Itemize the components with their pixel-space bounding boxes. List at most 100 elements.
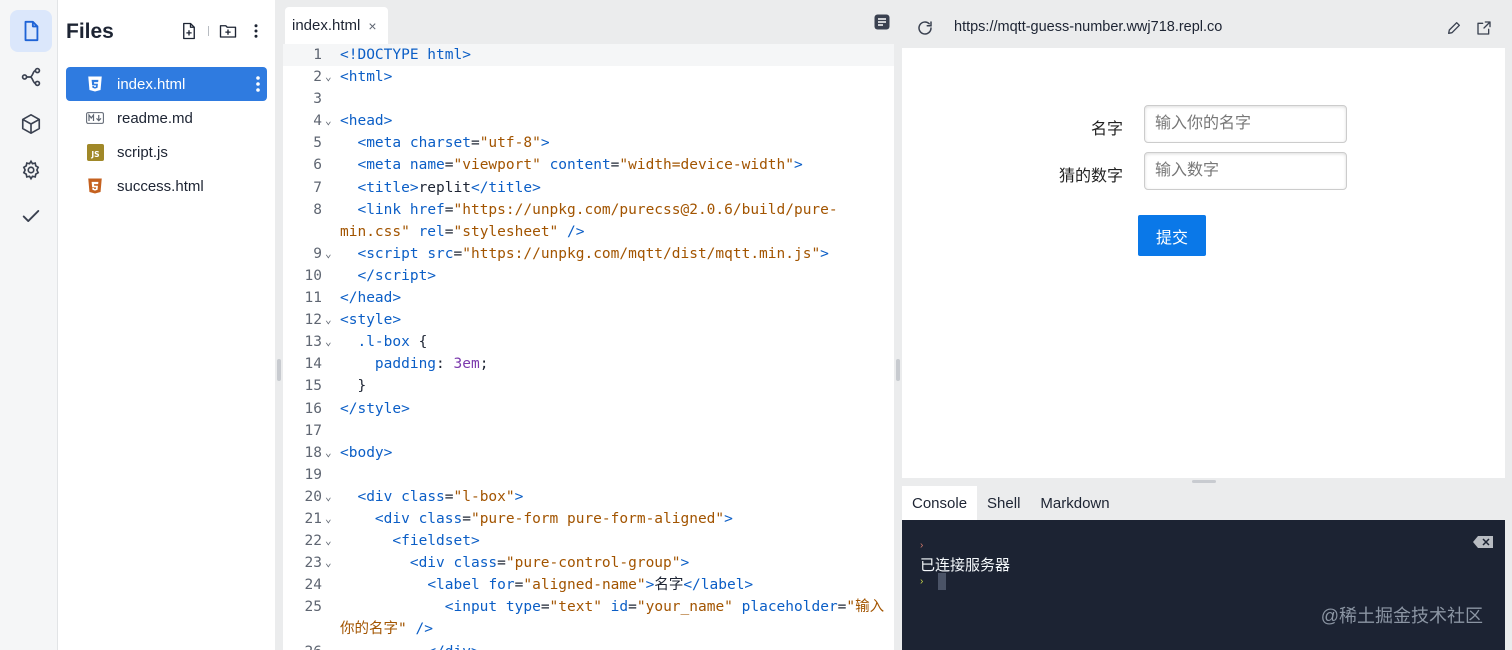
new-folder-icon[interactable] [219,22,237,40]
number-input[interactable]: 输入数字 [1144,152,1347,190]
code-line[interactable]: 21 ⌄ <div class="pure-form pure-form-alig… [283,508,894,530]
watermark: @稀土掘金技术社区 [1320,606,1483,626]
submit-button[interactable]: 提交 [1138,215,1206,256]
line-number: 16 [304,400,322,417]
line-number: 26 [283,641,322,650]
files-activity-button[interactable] [10,10,52,52]
line-code: <input type="text" id="your_name" placeh… [444,599,885,616]
console-cursor [938,573,946,590]
clear-console-icon[interactable] [1473,536,1493,548]
code-line[interactable]: min.css" rel="stylesheet" /> [283,221,894,243]
console-message: 已连接服务器 [920,557,1011,574]
fold-chevron-icon[interactable]: ⌄ [325,530,332,552]
markdown-icon [86,109,104,127]
code-line[interactable]: 7 <title>replit</title> [283,177,894,199]
file-menu-icon[interactable] [255,75,261,93]
code-line[interactable]: 22 ⌄ <fieldset> [283,530,894,552]
code-line[interactable]: 4 ⌄ <head> [283,110,894,132]
line-number: 12 [304,312,322,329]
code-line[interactable]: 26 </div> [283,641,894,650]
new-file-icon[interactable] [180,22,198,40]
code-line[interactable]: 17 [283,420,894,442]
code-line[interactable]: 你的名字" /> [283,618,894,640]
code-line[interactable]: 5 <meta charset="utf-8"> [283,132,894,154]
code-line[interactable]: 19 [283,464,894,486]
fold-chevron-icon[interactable]: ⌄ [325,508,332,530]
line-number: 13 [304,334,322,351]
code-line[interactable]: 3 [283,88,894,110]
fold-chevron-icon[interactable]: ⌄ [325,110,332,132]
code-line[interactable]: 20 ⌄ <div class="l-box"> [283,486,894,508]
version-control-activity-button[interactable] [10,56,52,98]
code-line[interactable]: 23 ⌄ <div class="pure-control-group"> [283,552,894,574]
line-code: <title>replit</title> [357,179,541,196]
number-label: 猜的数字 [1058,168,1123,185]
code-line[interactable]: 10 </script> [283,265,894,287]
fold-chevron-icon[interactable]: ⌄ [325,552,332,574]
editor-menu-icon[interactable] [874,14,890,30]
file-item-script-js[interactable]: JS script.js [66,135,267,169]
code-line[interactable]: 12 ⌄ <style> [283,309,894,331]
tab-markdown[interactable]: Markdown [1030,486,1119,520]
fold-chevron-icon[interactable]: ⌄ [325,442,332,464]
code-line[interactable]: 18 ⌄ <body> [283,442,894,464]
fold-chevron-icon[interactable]: ⌄ [325,243,332,265]
code-content[interactable]: 1 <!DOCTYPE html> 2 ⌄ <html> 3 4 ⌄ <head> 5 <meta… [283,44,894,650]
line-code: </div> [340,641,479,650]
code-line[interactable]: 1 <!DOCTYPE html> [283,44,894,67]
reload-icon[interactable] [916,19,934,37]
close-icon[interactable]: × [368,18,376,34]
line-number: 18 [304,444,322,461]
fold-chevron-icon[interactable]: ⌄ [325,309,332,331]
open-new-tab-icon[interactable] [1476,20,1492,36]
line-number: 10 [304,267,322,284]
console-resize-handle[interactable] [1192,480,1216,483]
javascript-icon: JS [86,143,104,161]
code-line[interactable]: 9 ⌄ <script src="https://unpkg.com/mqtt/d… [283,243,894,265]
pencil-icon[interactable] [1446,20,1462,36]
line-number: 6 [313,157,322,174]
line-code: <meta charset="utf-8"> [357,135,550,152]
packages-activity-button[interactable] [10,103,52,145]
git-branch-icon [21,67,41,87]
editor-resize-handle[interactable] [896,359,900,381]
code-line[interactable]: 14 padding: 3em; [283,353,894,375]
file-item-index-html[interactable]: index.html [66,67,267,101]
code-line[interactable]: 6 <meta name="viewport" content="width=d… [283,154,894,176]
fold-chevron-icon[interactable]: ⌄ [325,66,332,88]
files-panel-title: Files [66,20,114,43]
file-name: index.html [117,75,186,93]
tab-console[interactable]: Console [902,486,978,520]
actions-divider [208,26,209,36]
file-item-readme-md[interactable]: readme.md [66,101,267,135]
code-line[interactable]: 11 </head> [283,287,894,309]
fold-chevron-icon[interactable]: ⌄ [325,486,332,508]
code-line[interactable]: 24 <label for="aligned-name">名字</label> [283,574,894,596]
settings-activity-button[interactable] [10,149,52,191]
line-code: .l-box { [357,334,428,351]
tab-index-html[interactable]: index.html × [285,7,388,44]
code-line[interactable]: 25 <input type="text" id="your_name" pla… [283,596,894,618]
more-options-icon[interactable] [247,22,265,40]
file-tree: index.html readme.md JS script.js succes… [66,67,267,203]
line-number: 25 [304,599,322,616]
webview-url-bar: https://mqtt-guess-number.wwj718.repl.co [902,0,1512,48]
code-line[interactable]: 15 } [283,375,894,397]
name-input[interactable]: 输入你的名字 [1144,105,1347,143]
console-output[interactable]: › 已连接服务器 › @稀土掘金技术社区 [902,520,1505,650]
tab-shell[interactable]: Shell [977,486,1030,520]
check-activity-button[interactable] [10,195,52,237]
files-panel-resize-handle[interactable] [277,359,281,381]
code-line[interactable]: 13 ⌄ .l-box { [283,331,894,353]
code-line[interactable]: 16 </style> [283,398,894,420]
code-line[interactable]: 8 <link href="https://unpkg.com/purecss@… [283,199,894,221]
fold-chevron-icon[interactable]: ⌄ [325,331,332,353]
line-number: 21 [304,510,322,527]
code-line[interactable]: 2 ⌄ <html> [283,66,894,88]
file-item-success-html[interactable]: success.html [66,169,267,203]
line-number: 14 [304,356,322,373]
line-number: 20 [304,488,322,505]
webview-url[interactable]: https://mqtt-guess-number.wwj718.repl.co [954,19,1222,35]
line-code: <div class="pure-form pure-form-aligned"… [374,510,733,527]
line-number: 22 [304,533,322,550]
